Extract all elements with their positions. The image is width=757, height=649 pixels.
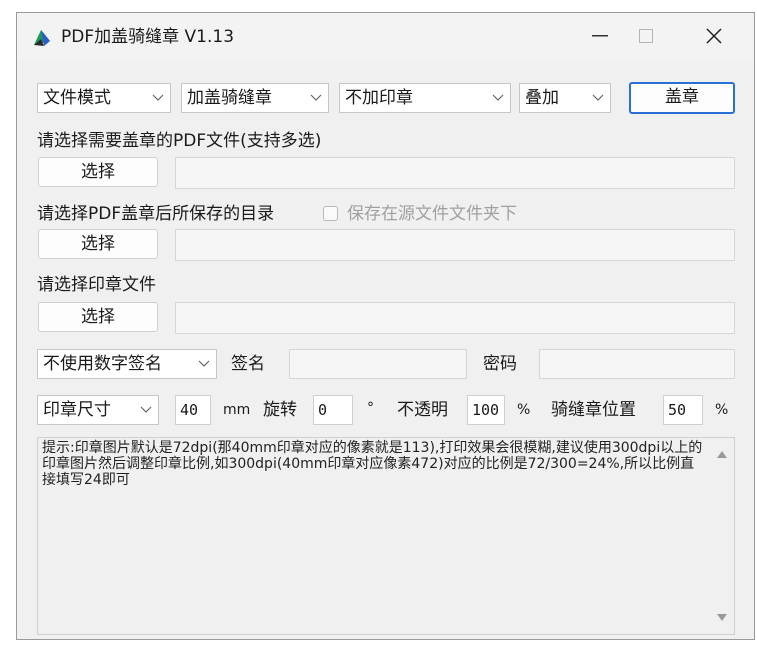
opacity-label: 不透明	[397, 400, 448, 420]
scroll-down-icon[interactable]	[717, 614, 727, 622]
stamp-button[interactable]: 盖章	[629, 82, 735, 114]
seam-position-label: 骑缝章位置	[551, 400, 636, 420]
mode-select[interactable]: 文件模式	[37, 83, 171, 113]
maximize-button[interactable]	[623, 13, 669, 59]
chevron-down-icon	[140, 406, 152, 413]
mode-select-value: 文件模式	[43, 88, 111, 108]
chevron-down-icon	[310, 94, 322, 101]
seal-size-unit: mm	[223, 402, 251, 418]
notes-text: 提示:印章图片默认是72dpi(那40mm印章对应的像素就是113),打印效果会…	[42, 440, 703, 488]
seal-path-field[interactable]	[175, 302, 735, 334]
seal-file-label: 请选择印章文件	[37, 275, 156, 295]
seal-size-mode-value: 印章尺寸	[43, 400, 111, 420]
seal-size-mode-select[interactable]: 印章尺寸	[37, 395, 159, 425]
blend-select[interactable]: 叠加	[519, 83, 611, 113]
maximize-icon	[639, 29, 653, 43]
pdf-path-field[interactable]	[175, 157, 735, 189]
rotate-input[interactable]: 0	[313, 395, 353, 425]
app-logo-icon	[34, 30, 50, 46]
window-title: PDF加盖骑缝章 V1.13	[61, 27, 235, 47]
seam-position-unit: %	[715, 402, 729, 418]
stamp-type-value: 加盖骑缝章	[187, 88, 272, 108]
chevron-down-icon	[492, 94, 504, 101]
output-path-field[interactable]	[175, 229, 735, 261]
seal-option-value: 不加印章	[345, 88, 413, 108]
chevron-down-icon	[198, 360, 210, 367]
notes-textarea[interactable]: 提示:印章图片默认是72dpi(那40mm印章对应的像素就是113),打印效果会…	[37, 437, 735, 635]
stamp-type-select[interactable]: 加盖骑缝章	[181, 83, 329, 113]
password-label: 密码	[483, 354, 517, 374]
seam-position-input[interactable]: 50	[663, 395, 703, 425]
select-seal-button[interactable]: 选择	[38, 302, 158, 332]
title-bar[interactable]: PDF加盖骑缝章 V1.13	[17, 13, 754, 61]
save-in-source-checkbox[interactable]	[323, 206, 338, 221]
chevron-down-icon	[152, 94, 164, 101]
sign-label: 签名	[231, 354, 265, 374]
password-input[interactable]	[539, 349, 735, 379]
close-icon	[706, 28, 722, 44]
seal-option-select[interactable]: 不加印章	[339, 83, 511, 113]
app-window: PDF加盖骑缝章 V1.13 文件模式 加盖骑缝章 不加印章 叠加 盖章 请选择…	[16, 12, 755, 640]
close-button[interactable]	[691, 13, 737, 59]
minimize-icon	[592, 35, 608, 37]
opacity-input[interactable]: 100	[467, 395, 505, 425]
rotate-label: 旋转	[263, 400, 297, 420]
blend-value: 叠加	[525, 88, 559, 108]
select-output-button[interactable]: 选择	[38, 229, 158, 259]
signature-mode-select[interactable]: 不使用数字签名	[37, 349, 217, 379]
sign-input[interactable]	[289, 349, 467, 379]
pdf-file-label: 请选择需要盖章的PDF文件(支持多选)	[37, 131, 322, 151]
minimize-button[interactable]	[577, 13, 623, 59]
signature-mode-value: 不使用数字签名	[43, 354, 162, 374]
output-dir-label: 请选择PDF盖章后所保存的目录	[37, 204, 275, 224]
opacity-unit: %	[517, 402, 531, 418]
rotate-unit: °	[367, 400, 374, 416]
seal-size-input[interactable]: 40	[175, 395, 211, 425]
scroll-up-icon[interactable]	[717, 450, 727, 458]
chevron-down-icon	[592, 94, 604, 101]
select-pdf-button[interactable]: 选择	[38, 157, 158, 187]
save-in-source-label: 保存在源文件文件夹下	[347, 204, 517, 224]
